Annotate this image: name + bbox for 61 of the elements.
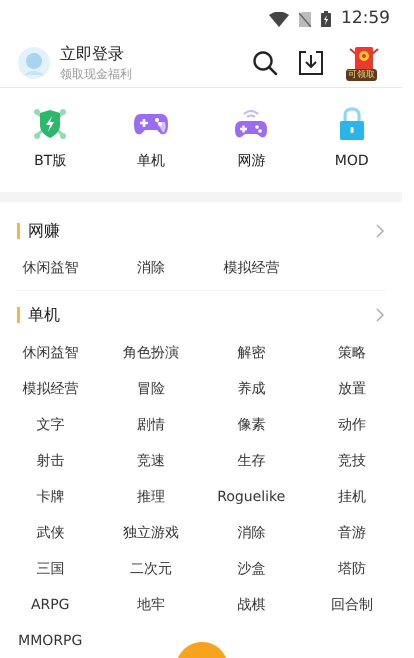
tag-link[interactable]: 挂机	[302, 479, 402, 515]
tag-link[interactable]: 养成	[201, 371, 302, 407]
tag-link[interactable]: 生存	[201, 443, 302, 479]
category-button[interactable]: MOD	[302, 106, 402, 192]
tag-link[interactable]: 战棋	[201, 587, 302, 623]
lock-icon	[338, 107, 365, 141]
login-title[interactable]: 立即登录	[60, 42, 252, 64]
tag-link[interactable]: 策略	[302, 335, 402, 371]
search-icon[interactable]	[252, 50, 278, 76]
tag-link[interactable]: ARPG	[0, 587, 100, 623]
tag-link[interactable]: 武侠	[0, 515, 100, 551]
tag-link[interactable]: 剧情	[100, 407, 201, 443]
floating-button[interactable]	[176, 642, 228, 658]
tag-link[interactable]: 推理	[100, 479, 201, 515]
no-sim-icon	[299, 12, 311, 26]
tag-link[interactable]: 竞技	[302, 443, 402, 479]
tag-link[interactable]: 消除	[201, 515, 302, 551]
tag-link[interactable]: 角色扮演	[100, 335, 201, 371]
tag-link[interactable]: 解密	[201, 335, 302, 371]
tag-link[interactable]: 音游	[302, 515, 402, 551]
tag-link[interactable]: 休闲益智	[0, 335, 100, 371]
tag-link[interactable]: 像素	[201, 407, 302, 443]
category-button[interactable]: 网游	[201, 106, 302, 192]
status-time: 12:59	[341, 7, 390, 30]
tag-link[interactable]: 沙盒	[201, 551, 302, 587]
tag-link[interactable]: 射击	[0, 443, 100, 479]
avatar-icon[interactable]	[18, 46, 50, 78]
battery-icon	[321, 11, 331, 27]
reward-badge: 可领取	[346, 68, 377, 80]
tag-link[interactable]: 休闲益智	[0, 250, 100, 286]
tag-link[interactable]: 竞速	[100, 443, 201, 479]
gamepad-wifi-icon	[234, 108, 268, 140]
login-subtitle: 领取现金福利	[60, 66, 133, 82]
reward-button[interactable]: 可领取	[344, 44, 384, 80]
tag-link[interactable]: MMORPG	[0, 623, 100, 658]
wifi-icon	[269, 12, 289, 26]
category-button[interactable]: 单机	[100, 106, 201, 192]
accent-bar	[17, 223, 20, 239]
tag-link[interactable]: 地牢	[100, 587, 201, 623]
category-button[interactable]: BT版	[0, 106, 100, 192]
section-title: 单机	[28, 304, 61, 326]
tag-link[interactable]: 文字	[0, 407, 100, 443]
tag-link[interactable]: 模拟经营	[201, 250, 302, 286]
tag-link[interactable]: 放置	[302, 371, 402, 407]
tag-link[interactable]: 冒险	[100, 371, 201, 407]
download-icon[interactable]	[298, 50, 324, 76]
tag-link[interactable]: Roguelike	[201, 479, 302, 515]
tag-link[interactable]: 模拟经营	[0, 371, 100, 407]
chevron-right-icon[interactable]	[376, 308, 384, 322]
tag-link[interactable]: 二次元	[100, 551, 201, 587]
tag-link[interactable]: 动作	[302, 407, 402, 443]
tag-link[interactable]: 回合制	[302, 587, 402, 623]
shield-icon	[33, 107, 68, 141]
tag-link[interactable]: 卡牌	[0, 479, 100, 515]
tag-link[interactable]: 独立游戏	[100, 515, 201, 551]
tag-link[interactable]: 塔防	[302, 551, 402, 587]
tag-link[interactable]: 三国	[0, 551, 100, 587]
chevron-right-icon[interactable]	[376, 224, 384, 238]
accent-bar	[17, 307, 20, 323]
section-title: 网赚	[28, 220, 61, 242]
tag-link[interactable]: 消除	[100, 250, 201, 286]
